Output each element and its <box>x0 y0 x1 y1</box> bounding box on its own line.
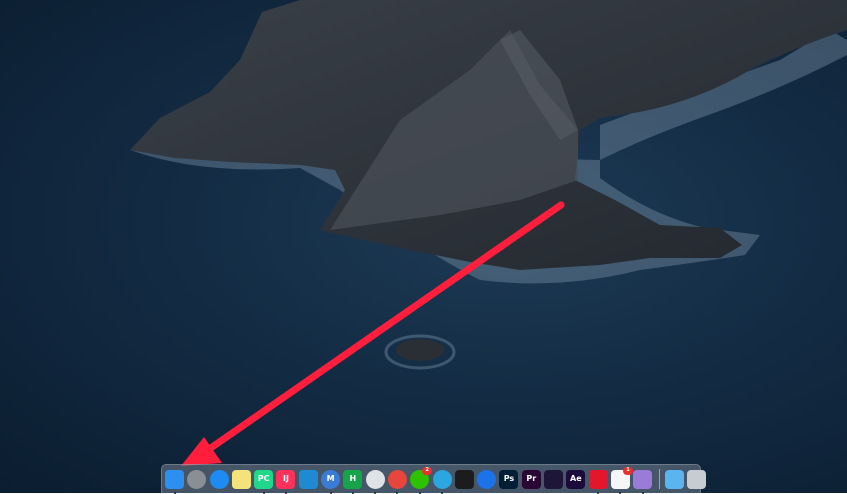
chrome-icon[interactable] <box>387 469 407 494</box>
chat-bubble-icon[interactable] <box>365 469 385 494</box>
compass-icon[interactable] <box>209 469 229 489</box>
photoshop-icon[interactable]: Ps <box>499 469 519 489</box>
premiere-icon[interactable]: Pr <box>521 469 541 489</box>
after-effects-icon[interactable]: Ae <box>566 469 586 489</box>
notification-badge: 1 <box>622 466 633 475</box>
folder-icon[interactable] <box>664 469 684 489</box>
dock-app-label: H <box>349 474 357 483</box>
dock-app-label: Ae <box>570 474 582 483</box>
kite-icon[interactable] <box>633 469 653 494</box>
dock: PC IJ M H 2 Ps Pr Ae 1 <box>161 464 706 494</box>
desktop <box>0 0 847 493</box>
rocket-icon[interactable] <box>187 469 207 489</box>
h-app-icon[interactable]: H <box>343 469 363 494</box>
dock-app-label: Ps <box>503 474 515 483</box>
music-wave-icon[interactable] <box>588 469 608 494</box>
media-encoder-icon[interactable] <box>544 469 564 489</box>
wallpaper-image <box>130 0 847 370</box>
wechat-icon[interactable]: 2 <box>410 466 433 494</box>
dock-app-label: Pr <box>526 474 537 483</box>
terminal-icon[interactable] <box>454 469 474 489</box>
intellij-icon[interactable]: IJ <box>276 469 296 494</box>
dock-app-label: IJ <box>283 474 289 483</box>
dock-separator <box>658 469 660 489</box>
vscode-icon[interactable] <box>298 469 318 489</box>
dock-app-label: PC <box>257 474 270 483</box>
dock-app-label: M <box>326 474 335 483</box>
notes-icon[interactable] <box>231 469 251 489</box>
finder-icon[interactable] <box>165 469 184 494</box>
trash-icon[interactable] <box>686 469 706 489</box>
pycharm-icon[interactable]: PC <box>254 469 274 494</box>
pin-icon[interactable] <box>477 469 497 489</box>
penguin-icon[interactable]: 1 <box>610 466 633 494</box>
notification-badge: 2 <box>422 466 433 475</box>
magnifier-icon[interactable] <box>432 469 452 494</box>
m-app-icon[interactable]: M <box>321 469 341 494</box>
